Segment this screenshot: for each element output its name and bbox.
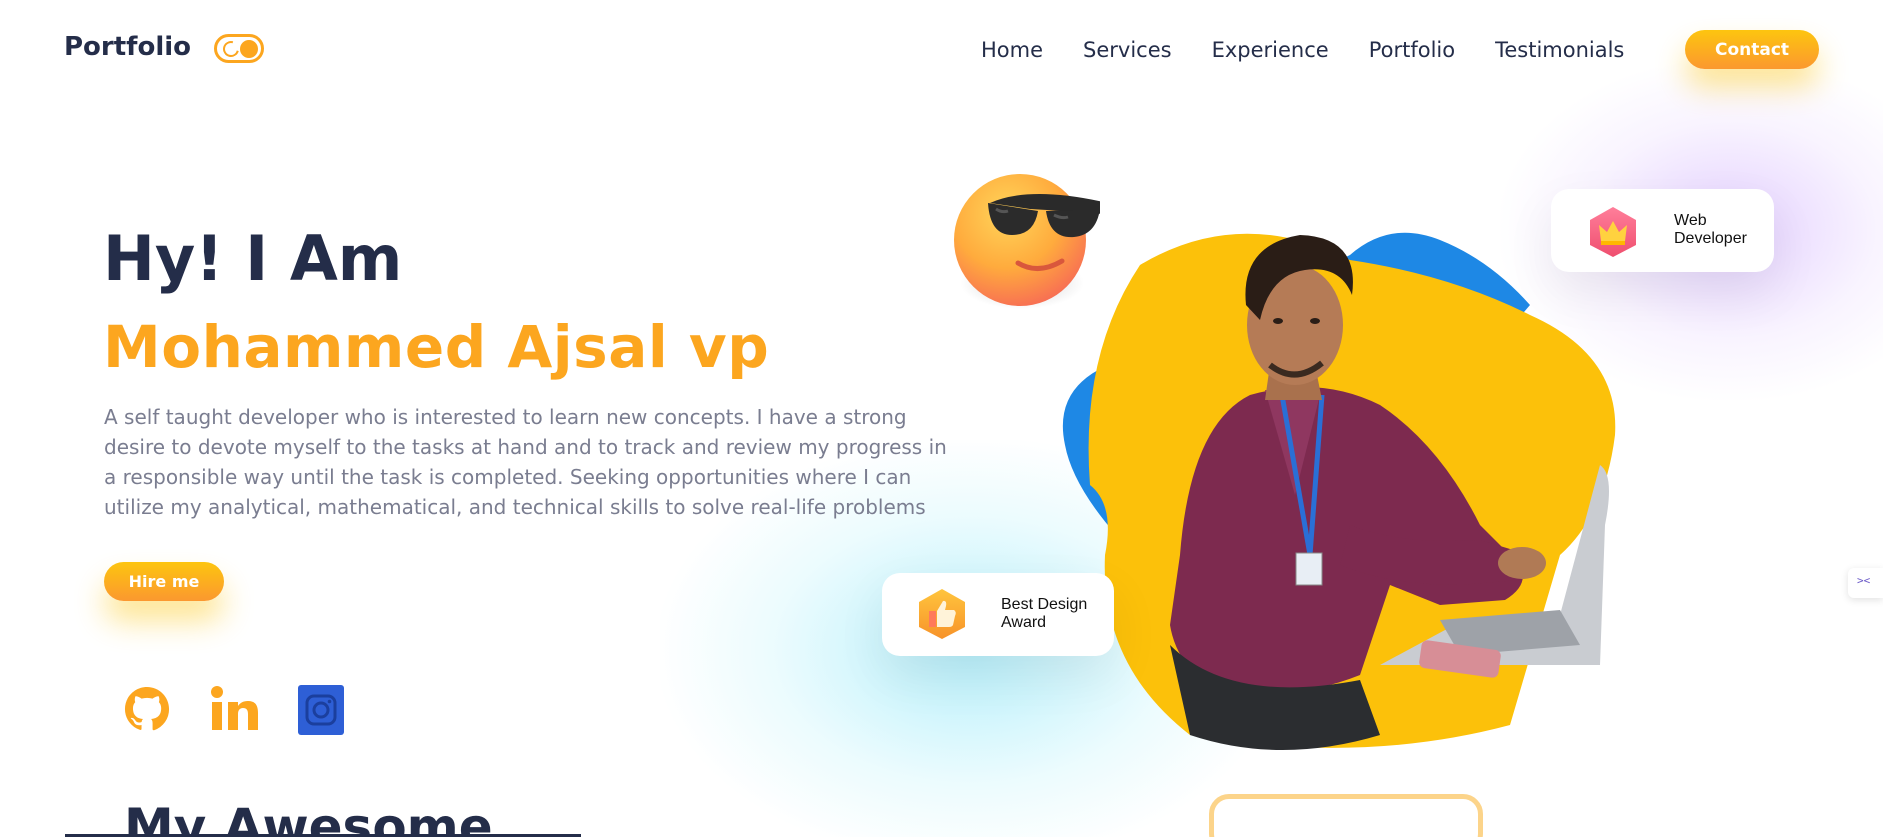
widget-glyph: >< (1857, 574, 1871, 587)
hero-greeting: Hy! I Am (103, 222, 403, 295)
thumbs-up-icon (919, 589, 965, 639)
best-design-award-label-line1: Best Design (1001, 596, 1088, 613)
github-icon[interactable] (124, 686, 170, 732)
nav-link-services[interactable]: Services (1083, 38, 1172, 62)
contact-button[interactable]: Contact (1685, 30, 1819, 69)
best-design-award-label: Best Design Award (1001, 596, 1091, 632)
best-design-award-label-line2: Award (1001, 614, 1047, 631)
nav-link-testimonials[interactable]: Testimonials (1495, 38, 1624, 62)
hero-description: A self taught developer who is intereste… (104, 405, 947, 519)
web-developer-label: Web Developer (1674, 212, 1764, 248)
services-section-title: My Awesome (124, 798, 493, 837)
side-widget-tab[interactable]: >< (1848, 568, 1883, 598)
service-card-preview (1209, 794, 1483, 837)
nav-link-experience[interactable]: Experience (1212, 38, 1329, 62)
navbar: Portfolio Home Services Experience Portf… (0, 0, 1883, 100)
web-developer-badge: Web Developer (1551, 189, 1774, 272)
theme-toggle[interactable] (214, 34, 264, 63)
instagram-icon[interactable] (298, 685, 344, 735)
nav-link-portfolio[interactable]: Portfolio (1369, 38, 1455, 62)
web-developer-label-line1: Web (1674, 212, 1707, 229)
hire-me-button[interactable]: Hire me (104, 562, 224, 601)
developer-photo (1062, 232, 1616, 750)
web-developer-label-line2: Developer (1674, 230, 1747, 247)
moon-icon (220, 38, 242, 60)
instagram-glyph (305, 694, 337, 726)
crown-icon (1590, 207, 1636, 257)
nav-link-home[interactable]: Home (981, 38, 1043, 62)
best-design-award-badge: Best Design Award (882, 573, 1114, 656)
linkedin-icon[interactable] (210, 686, 260, 732)
toggle-knob (240, 40, 258, 58)
hero-name: Mohammed Ajsal vp (103, 313, 770, 381)
brand-logo[interactable]: Portfolio (64, 32, 191, 62)
nav-links: Home Services Experience Portfolio Testi… (981, 38, 1624, 62)
